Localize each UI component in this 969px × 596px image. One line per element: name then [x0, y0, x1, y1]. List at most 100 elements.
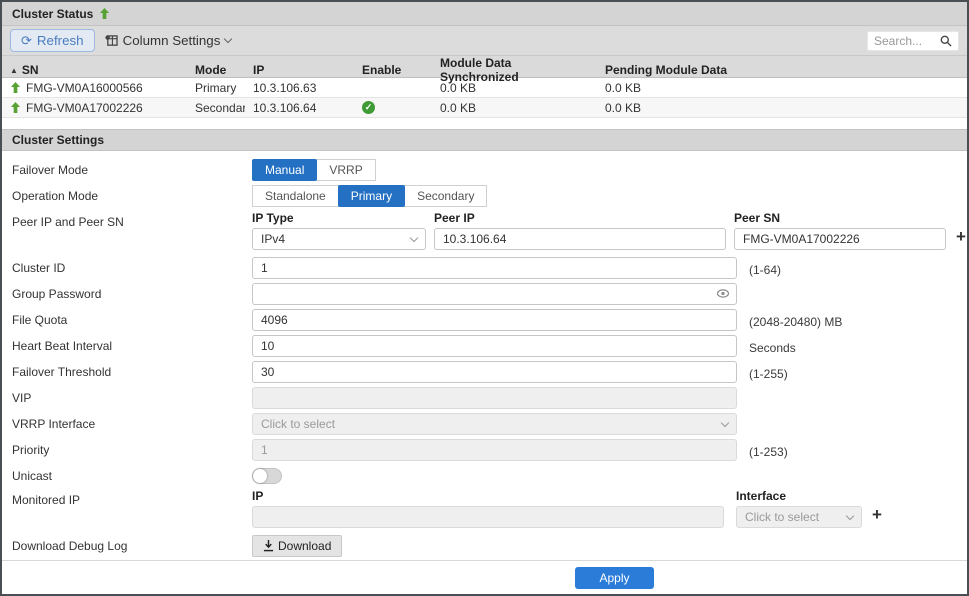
failover-threshold-input[interactable] [252, 361, 737, 383]
operation-mode-label: Operation Mode [12, 185, 252, 203]
cell-mode: Primary [195, 81, 236, 95]
file-quota-range-hint: (2048-20480) MB [749, 311, 842, 329]
failover-mode-option-manual[interactable]: Manual [252, 159, 317, 181]
priority-label: Priority [12, 439, 252, 457]
priority-range-hint: (1-253) [749, 441, 788, 459]
refresh-button-label: Refresh [37, 33, 84, 48]
table-header-row: ▲ SN Mode IP Enable Module Data Synchron… [2, 56, 967, 78]
chevron-down-icon [846, 511, 854, 519]
chevron-down-icon [224, 35, 232, 43]
group-password-input[interactable] [252, 283, 737, 305]
unicast-toggle[interactable] [252, 468, 282, 484]
failover-mode-label: Failover Mode [12, 159, 252, 177]
cell-pending-module-data: 0.0 KB [605, 101, 641, 115]
unicast-label: Unicast [12, 465, 252, 483]
chevron-down-icon [721, 418, 729, 426]
section-title: Cluster Settings [12, 133, 104, 147]
peer-sn-column-header: Peer SN [734, 211, 946, 225]
vrrp-interface-placeholder: Click to select [261, 417, 335, 431]
ip-type-select[interactable]: IPv4 [252, 228, 426, 250]
failover-mode-segmented-control: Manual VRRP [252, 159, 376, 181]
cluster-id-label: Cluster ID [12, 257, 252, 275]
refresh-button[interactable]: ⟳ Refresh [10, 29, 95, 52]
cluster-up-arrow-icon [99, 8, 110, 19]
ip-type-selected-value: IPv4 [261, 232, 285, 246]
failover-mode-option-vrrp[interactable]: VRRP [316, 159, 375, 181]
cluster-status-window: Cluster Status ⟳ Refresh Column Settings [0, 0, 969, 596]
refresh-icon: ⟳ [21, 34, 32, 47]
monitored-ip-label: Monitored IP [12, 489, 252, 507]
cell-module-data-synchronized: 0.0 KB [440, 101, 476, 115]
add-peer-button[interactable]: + [954, 227, 968, 247]
download-button[interactable]: Download [252, 535, 342, 557]
device-up-arrow-icon [10, 102, 21, 113]
sort-ascending-icon: ▲ [10, 66, 18, 75]
column-header-sn[interactable]: ▲ SN [2, 63, 187, 77]
vip-input [252, 387, 737, 409]
heart-beat-interval-input[interactable] [252, 335, 737, 357]
cluster-settings-form: Failover Mode Manual VRRP Operation Mode… [2, 151, 967, 563]
add-monitored-ip-button[interactable]: + [870, 505, 884, 525]
monitored-ip-input [252, 506, 724, 528]
operation-mode-option-secondary[interactable]: Secondary [404, 185, 487, 207]
column-settings-button[interactable]: Column Settings [105, 33, 232, 48]
file-quota-input[interactable] [252, 309, 737, 331]
heart-beat-interval-unit-hint: Seconds [749, 337, 796, 355]
column-header-ip[interactable]: IP [245, 63, 354, 77]
operation-mode-option-primary[interactable]: Primary [338, 185, 405, 207]
operation-mode-option-standalone[interactable]: Standalone [252, 185, 339, 207]
cell-module-data-synchronized: 0.0 KB [440, 81, 476, 95]
panel-title: Cluster Status [12, 7, 93, 21]
download-debug-log-label: Download Debug Log [12, 535, 252, 553]
form-footer: Apply [2, 560, 967, 594]
group-password-label: Group Password [12, 283, 252, 301]
cell-mode: Secondary [195, 101, 245, 115]
heart-beat-interval-label: Heart Beat Interval [12, 335, 252, 353]
peer-sn-input[interactable] [734, 228, 946, 250]
monitored-interface-select: Click to select [736, 506, 862, 528]
column-header-enable[interactable]: Enable [354, 63, 432, 77]
search-input[interactable] [874, 34, 936, 48]
cluster-status-table: ▲ SN Mode IP Enable Module Data Synchron… [2, 56, 967, 118]
peer-ip-sn-label: Peer IP and Peer SN [12, 211, 252, 229]
cluster-settings-section-header: Cluster Settings [2, 129, 967, 151]
show-password-eye-icon[interactable] [716, 287, 730, 300]
column-settings-label: Column Settings [123, 33, 221, 48]
cluster-id-range-hint: (1-64) [749, 259, 781, 277]
download-icon [263, 540, 274, 552]
failover-threshold-range-hint: (1-255) [749, 363, 788, 381]
column-settings-icon [105, 35, 118, 47]
table-row[interactable]: FMG-VM0A17002226 Secondary 10.3.106.64 ✓… [2, 98, 967, 118]
chevron-down-icon [410, 233, 418, 241]
device-up-arrow-icon [10, 82, 21, 93]
monitored-ip-column-header: IP [252, 489, 724, 503]
apply-button[interactable]: Apply [575, 567, 653, 589]
download-button-label: Download [278, 539, 331, 553]
panel-title-bar: Cluster Status [2, 2, 967, 26]
peer-ip-column-header: Peer IP [434, 211, 726, 225]
enabled-check-icon: ✓ [362, 101, 375, 114]
cell-sn: FMG-VM0A17002226 [26, 101, 143, 115]
column-header-pending-module-data[interactable]: Pending Module Data [597, 63, 967, 77]
search-box[interactable] [867, 31, 959, 51]
column-header-mode[interactable]: Mode [187, 63, 245, 77]
failover-threshold-label: Failover Threshold [12, 361, 252, 379]
cell-pending-module-data: 0.0 KB [605, 81, 641, 95]
vip-label: VIP [12, 387, 252, 405]
file-quota-label: File Quota [12, 309, 252, 327]
priority-input [252, 439, 737, 461]
search-icon [940, 35, 952, 47]
operation-mode-segmented-control: Standalone Primary Secondary [252, 185, 487, 207]
table-row[interactable]: FMG-VM0A16000566 Primary 10.3.106.63 0.0… [2, 78, 967, 98]
peer-ip-input[interactable] [434, 228, 726, 250]
vrrp-interface-select: Click to select [252, 413, 737, 435]
monitored-interface-column-header: Interface [736, 489, 862, 503]
cell-ip: 10.3.106.63 [253, 81, 316, 95]
vrrp-interface-label: VRRP Interface [12, 413, 252, 431]
cell-ip: 10.3.106.64 [253, 101, 316, 115]
cluster-status-toolbar: ⟳ Refresh Column Settings [2, 26, 967, 56]
cluster-id-input[interactable] [252, 257, 737, 279]
cell-enable: ✓ [354, 101, 432, 114]
monitored-interface-placeholder: Click to select [745, 510, 819, 524]
ip-type-column-header: IP Type [252, 211, 426, 225]
